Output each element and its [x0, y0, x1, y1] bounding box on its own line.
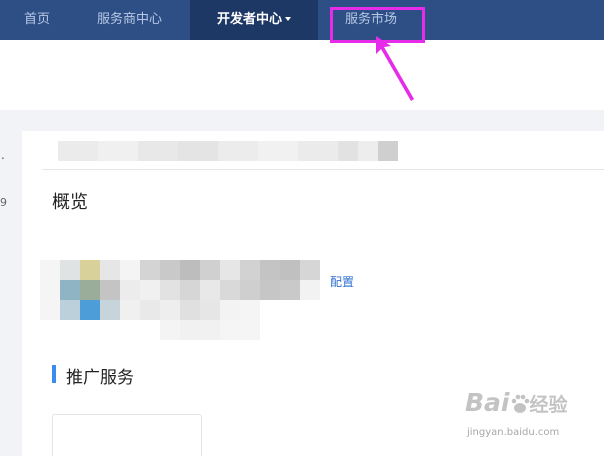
- watermark-url: jingyan.baidu.com: [467, 427, 560, 438]
- paw-icon: [511, 394, 529, 413]
- service-card[interactable]: [52, 414, 202, 456]
- left-sidebar-strip: [0, 131, 22, 456]
- top-navigation: 首页 服务商中心 开发者中心 服务市场: [0, 0, 604, 40]
- nav-developer-center[interactable]: 开发者中心: [190, 0, 318, 40]
- configure-link[interactable]: 配置: [330, 273, 354, 290]
- divider: [42, 169, 604, 170]
- promo-section-title: 推广服务: [66, 368, 134, 388]
- nav-developer-center-label: 开发者中心: [216, 12, 282, 27]
- sidebar-dot: .: [1, 148, 5, 162]
- overview-title: 概览: [52, 192, 88, 213]
- nav-service-provider-center[interactable]: 服务商中心: [97, 0, 162, 40]
- watermark-logo: Bai 经验: [465, 388, 568, 417]
- nav-home[interactable]: 首页: [24, 0, 50, 40]
- nav-service-market[interactable]: 服务市场: [345, 0, 397, 40]
- watermark-logo-text: Bai: [465, 388, 510, 417]
- caret-down-icon: [285, 16, 291, 21]
- section-accent-bar: [52, 365, 56, 383]
- content-header-band: [0, 110, 604, 131]
- sidebar-number: 9: [0, 196, 7, 209]
- baidu-jingyan-watermark: Bai 经验 jingyan.baidu.com: [465, 388, 597, 450]
- watermark-logo-suffix: 经验: [529, 394, 568, 416]
